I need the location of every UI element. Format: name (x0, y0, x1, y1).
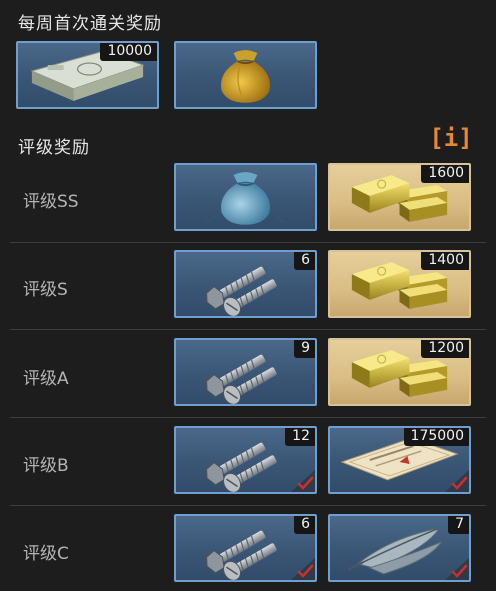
item-count-badge: 175000 (403, 428, 469, 446)
reward-panel: { "weekly": { "title": "每周首次通关奖励", "item… (0, 0, 496, 591)
item-count-badge: 9 (294, 340, 315, 358)
blue-pouch-icon (176, 165, 315, 229)
item-count-badge: 12 (285, 428, 315, 446)
gold-pouch-icon (176, 43, 315, 107)
row-label-c: 评级C (23, 544, 69, 564)
row-divider (10, 329, 486, 330)
claimed-check-icon (445, 470, 469, 492)
item-count-badge: 10000 (100, 43, 157, 61)
reward-card-blue-pouch[interactable] (174, 163, 317, 231)
row-label-a: 评级A (23, 369, 69, 389)
item-count-badge: 1400 (421, 252, 469, 270)
reward-card-gold-bars[interactable]: 1200 (328, 338, 471, 406)
reward-card-gold-bars[interactable]: 1400 (328, 250, 471, 318)
reward-card-gold-pouch[interactable] (174, 41, 317, 109)
item-count-badge: 1600 (421, 165, 469, 183)
claimed-check-icon (445, 558, 469, 580)
reward-card-document[interactable]: 175000 (328, 426, 471, 494)
weekly-reward-title: 每周首次通关奖励 (18, 14, 162, 34)
reward-card-cash[interactable]: 10000 (16, 41, 159, 109)
item-count-badge: 1200 (421, 340, 469, 358)
row-label-ss: 评级SS (23, 192, 79, 212)
item-count-badge: 6 (294, 252, 315, 270)
info-button[interactable]: [i] (429, 123, 472, 153)
reward-card-bolts[interactable]: 9 (174, 338, 317, 406)
reward-card-bolts[interactable]: 12 (174, 426, 317, 494)
row-label-b: 评级B (23, 456, 69, 476)
row-divider (10, 417, 486, 418)
row-divider (10, 242, 486, 243)
claimed-check-icon (291, 558, 315, 580)
row-label-s: 评级S (23, 280, 68, 300)
reward-card-feather[interactable]: 7 (328, 514, 471, 582)
reward-card-gold-bars[interactable]: 1600 (328, 163, 471, 231)
rating-reward-title: 评级奖励 (18, 138, 90, 158)
item-count-badge: 6 (294, 516, 315, 534)
row-divider (10, 505, 486, 506)
item-count-badge: 7 (448, 516, 469, 534)
reward-card-bolts[interactable]: 6 (174, 250, 317, 318)
claimed-check-icon (291, 470, 315, 492)
reward-card-bolts[interactable]: 6 (174, 514, 317, 582)
